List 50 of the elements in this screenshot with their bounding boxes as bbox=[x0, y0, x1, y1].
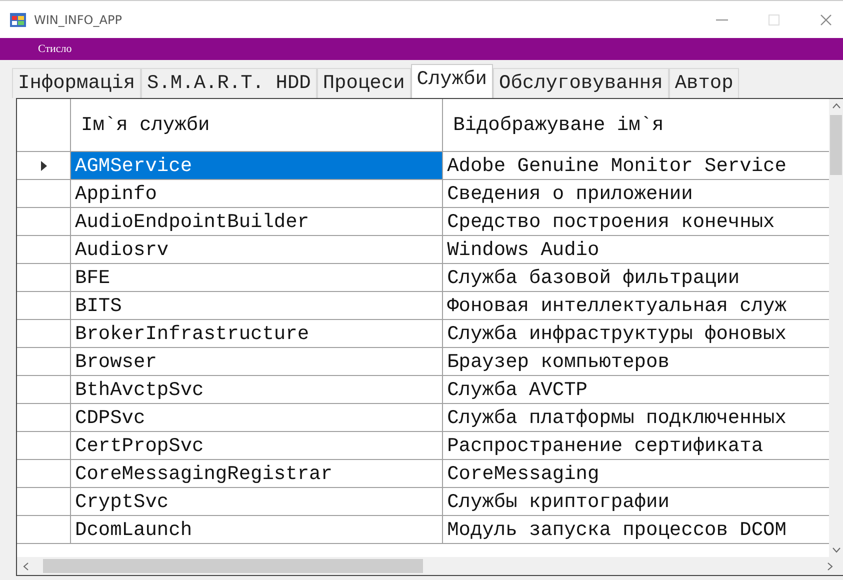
scroll-left-icon[interactable] bbox=[23, 562, 29, 570]
scroll-down-icon[interactable] bbox=[832, 547, 840, 553]
scroll-up-icon[interactable] bbox=[832, 103, 840, 109]
horizontal-scrollbar[interactable] bbox=[17, 557, 843, 575]
tab[interactable]: Обслуговування bbox=[493, 68, 669, 98]
table-cell[interactable]: Adobe Genuine Monitor Service bbox=[443, 152, 829, 179]
table-cell[interactable]: BrokerInfrastructure bbox=[71, 320, 444, 347]
tab[interactable]: S.M.A.R.T. HDD bbox=[141, 68, 317, 98]
scroll-right-icon[interactable] bbox=[827, 562, 833, 570]
table-cell[interactable]: AGMService bbox=[71, 152, 444, 179]
table-cell[interactable]: CertPropSvc bbox=[71, 432, 444, 459]
table-cell[interactable]: BITS bbox=[71, 292, 444, 319]
maximize-icon[interactable] bbox=[767, 12, 781, 26]
table-cell[interactable]: Windows Audio bbox=[443, 236, 829, 263]
table-cell[interactable]: CryptSvc bbox=[71, 488, 444, 515]
table-cell[interactable]: Audiosrv bbox=[71, 236, 444, 263]
table-cell[interactable]: Фоновая интеллектуальная служ bbox=[443, 292, 829, 319]
menu-item[interactable]: Стисло bbox=[38, 43, 72, 55]
table-cell[interactable]: Служба AVCTP bbox=[443, 376, 829, 403]
table-cell[interactable]: CoreMessaging bbox=[443, 460, 829, 487]
tab[interactable]: Інформація bbox=[12, 68, 142, 98]
table-cell[interactable]: Appinfo bbox=[71, 180, 444, 207]
table-cell[interactable]: Browser bbox=[71, 348, 444, 375]
column-header[interactable]: Відображуване ім`я bbox=[443, 99, 829, 151]
tab[interactable]: Служби bbox=[410, 64, 493, 98]
table-cell[interactable]: Браузер компьютеров bbox=[443, 348, 829, 375]
table-cell[interactable]: Служба базовой фильтрации bbox=[443, 264, 829, 291]
table-cell[interactable]: Распространение сертификата bbox=[443, 432, 829, 459]
table-cell[interactable]: Службы криптографии bbox=[443, 488, 829, 515]
table-cell[interactable]: Средство построения конечных bbox=[443, 208, 829, 235]
column-header[interactable]: Ім`я служби bbox=[71, 99, 444, 151]
window-title: WIN_INFO_APP bbox=[34, 12, 122, 26]
scroll-thumb[interactable] bbox=[830, 115, 842, 175]
scroll-thumb[interactable] bbox=[43, 559, 423, 573]
vertical-scrollbar[interactable] bbox=[829, 99, 843, 557]
table-cell[interactable]: BthAvctpSvc bbox=[71, 376, 444, 403]
table-cell[interactable]: BFE bbox=[71, 264, 444, 291]
table-cell[interactable]: CoreMessagingRegistrar bbox=[71, 460, 444, 487]
table-cell[interactable]: Модуль запуска процессов DCOM bbox=[443, 516, 829, 543]
app-icon bbox=[10, 12, 26, 26]
table-cell[interactable]: Служба инфраструктуры фоновых bbox=[443, 320, 829, 347]
table-cell[interactable]: CDPSvc bbox=[71, 404, 444, 431]
close-icon[interactable] bbox=[819, 12, 833, 26]
table-cell[interactable]: Служба платформы подключенных bbox=[443, 404, 829, 431]
current-row-icon bbox=[40, 160, 46, 170]
table-cell[interactable]: Сведения о приложении bbox=[443, 180, 829, 207]
table-cell[interactable]: DcomLaunch bbox=[71, 516, 444, 543]
tab[interactable]: Процеси bbox=[316, 68, 411, 98]
table-cell[interactable]: AudioEndpointBuilder bbox=[71, 208, 444, 235]
tab[interactable]: Автор bbox=[668, 68, 740, 98]
